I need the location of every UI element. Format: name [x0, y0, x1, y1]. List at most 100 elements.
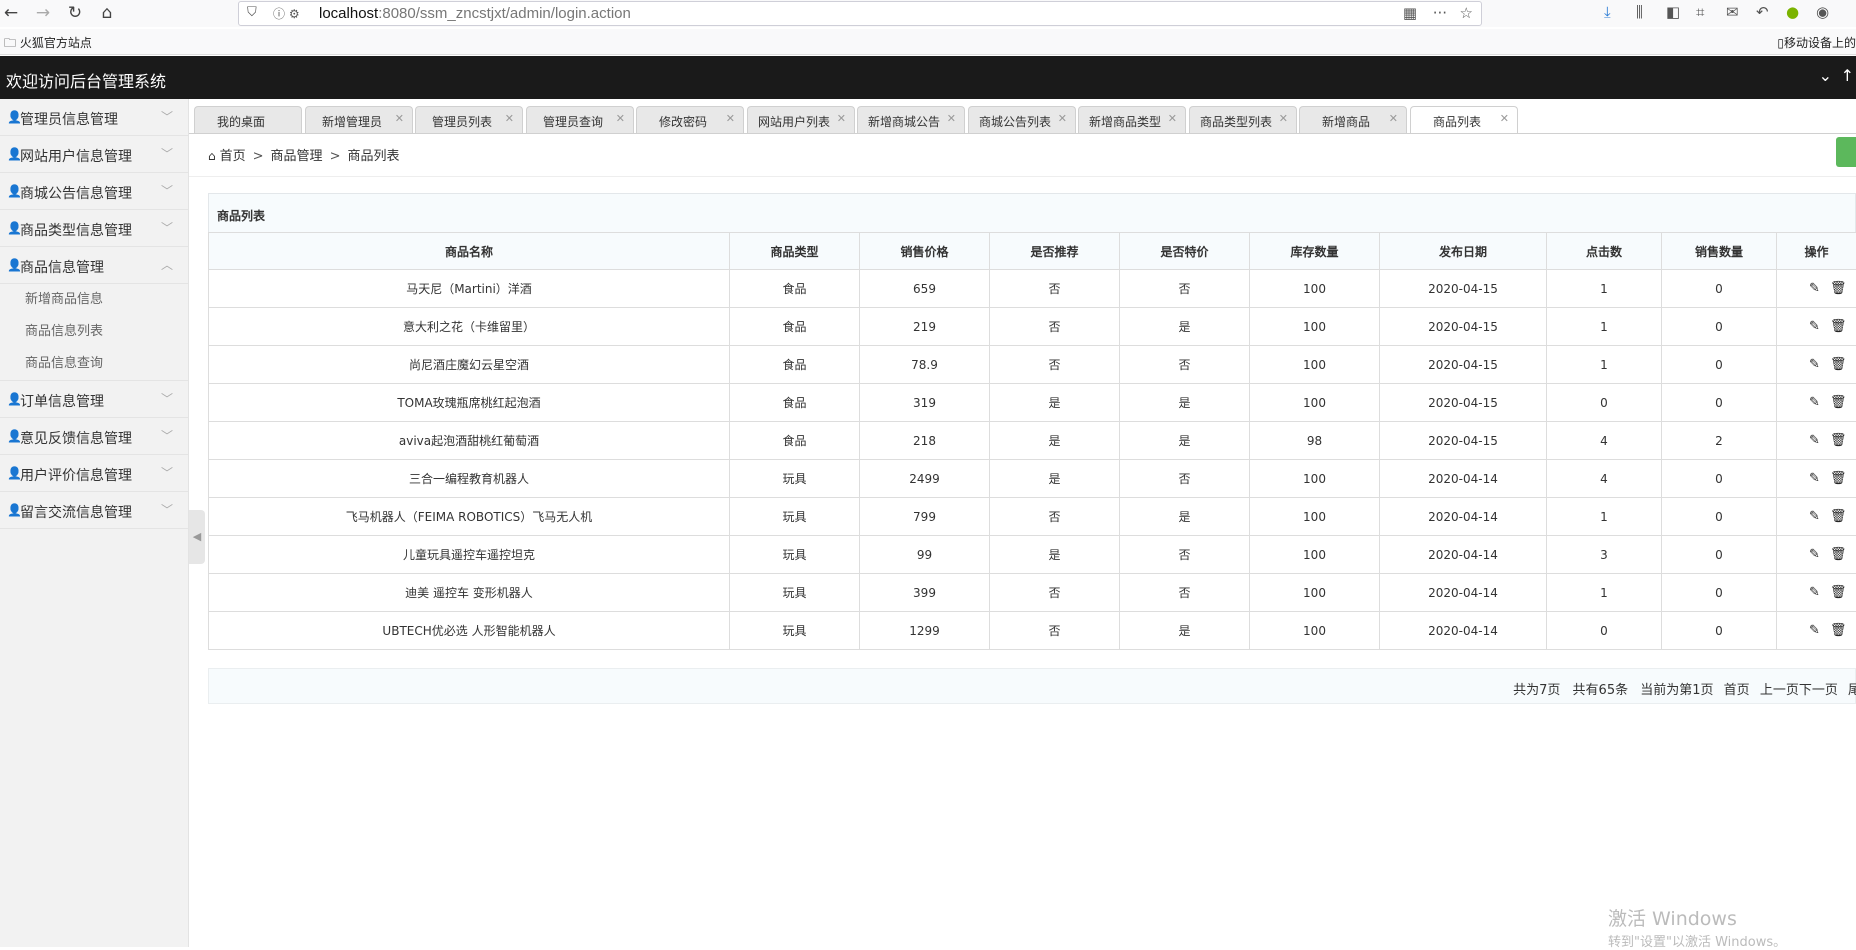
undo-icon[interactable]: ↶	[1756, 3, 1769, 21]
chevron-down-icon: ﹀	[161, 390, 173, 407]
sidebar-collapse-toggle[interactable]: ◀	[189, 510, 205, 564]
edit-icon[interactable]: ✎	[1809, 547, 1820, 562]
table-cell: 2020-04-15	[1380, 384, 1547, 422]
sidebar-item[interactable]: 👤商城公告信息管理﹀	[0, 173, 188, 210]
library-icon[interactable]: ⫼	[1636, 3, 1643, 21]
tab-label: 网站用户列表	[748, 113, 840, 130]
qr-code-icon[interactable]: ▦	[1403, 4, 1417, 22]
sidebar-item[interactable]: 👤意见反馈信息管理﹀	[0, 418, 188, 455]
account-icon[interactable]: ◉	[1816, 3, 1829, 21]
chevron-down-icon: ﹀	[161, 108, 173, 125]
edit-icon[interactable]: ✎	[1809, 433, 1820, 448]
column-header: 是否特价	[1120, 233, 1250, 270]
table-row: 马天尼（Martini）洋酒食品659否否1002020-04-1510✎🗑	[209, 270, 1856, 308]
sidebar-item[interactable]: 👤网站用户信息管理﹀	[0, 136, 188, 173]
edit-icon[interactable]: ✎	[1809, 509, 1820, 524]
delete-icon[interactable]: 🗑	[1830, 623, 1847, 638]
tab[interactable]: 管理员查询✕	[526, 106, 634, 133]
sidebar-item[interactable]: 👤用户评价信息管理﹀	[0, 455, 188, 492]
tab[interactable]: 新增商品✕	[1299, 106, 1407, 133]
sidebar-subitem[interactable]: 商品信息查询	[0, 348, 188, 380]
tab[interactable]: 商城公告列表✕	[968, 106, 1076, 133]
chevron-down-icon[interactable]: ⌄	[1819, 66, 1832, 85]
table-cell: 是	[990, 422, 1120, 460]
tab[interactable]: 商品类型列表✕	[1189, 106, 1297, 133]
info-icon[interactable]: ⓘ ⚙	[273, 5, 300, 22]
sidebar-item[interactable]: 👤留言交流信息管理﹀	[0, 492, 188, 529]
breadcrumb-home[interactable]: 首页	[220, 149, 246, 164]
bookmark-star-icon[interactable]: ☆	[1460, 4, 1473, 22]
close-icon[interactable]: ✕	[1500, 112, 1509, 125]
delete-icon[interactable]: 🗑	[1830, 433, 1847, 448]
chat-icon[interactable]: ✉	[1726, 3, 1739, 21]
close-icon[interactable]: ✕	[395, 112, 404, 125]
sidebar-item[interactable]: 👤订单信息管理﹀	[0, 381, 188, 418]
home-icon[interactable]: ⌂	[96, 2, 118, 24]
edit-icon[interactable]: ✎	[1809, 319, 1820, 334]
tab[interactable]: 修改密码✕	[636, 106, 744, 133]
close-icon[interactable]: ✕	[616, 112, 625, 125]
sidebar-item[interactable]: 👤商品信息管理︿	[0, 247, 188, 284]
close-icon[interactable]: ✕	[1168, 112, 1177, 125]
edit-icon[interactable]: ✎	[1809, 395, 1820, 410]
sidebar-item[interactable]: 👤商品类型信息管理﹀	[0, 210, 188, 247]
edit-icon[interactable]: ✎	[1809, 471, 1820, 486]
screenshot-icon[interactable]: ⌗	[1696, 3, 1704, 21]
delete-icon[interactable]: 🗑	[1830, 585, 1847, 600]
sidebar-subitem[interactable]: 商品信息列表	[0, 316, 188, 348]
refresh-button[interactable]	[1836, 137, 1856, 167]
edit-icon[interactable]: ✎	[1809, 623, 1820, 638]
tab[interactable]: 网站用户列表✕	[747, 106, 855, 133]
close-icon[interactable]: ✕	[1279, 112, 1288, 125]
mobile-bookmarks[interactable]: ▯移动设备上的	[1777, 34, 1856, 51]
tab[interactable]: 管理员列表✕	[415, 106, 523, 133]
tab[interactable]: 新增商城公告✕	[857, 106, 965, 133]
delete-icon[interactable]: 🗑	[1830, 471, 1847, 486]
pager-next-link[interactable]: 下一页	[1799, 683, 1838, 698]
table-cell: 4	[1547, 460, 1662, 498]
sidebar-subitem[interactable]: 新增商品信息	[0, 284, 188, 316]
delete-icon[interactable]: 🗑	[1830, 357, 1847, 372]
reload-icon[interactable]: ↻	[64, 2, 86, 24]
delete-icon[interactable]: 🗑	[1830, 281, 1847, 296]
table-cell: 2	[1662, 422, 1777, 460]
tab-label: 管理员列表	[416, 113, 508, 130]
more-actions-icon[interactable]: ···	[1433, 4, 1447, 22]
delete-icon[interactable]: 🗑	[1830, 319, 1847, 334]
forward-icon[interactable]: →	[32, 2, 54, 24]
back-icon[interactable]: ←	[0, 2, 22, 24]
edit-icon[interactable]: ✎	[1809, 585, 1820, 600]
bookmark-firefox[interactable]: 🗀 火狐官方站点	[4, 34, 92, 55]
table-cell: 2020-04-15	[1380, 422, 1547, 460]
delete-icon[interactable]: 🗑	[1830, 547, 1847, 562]
close-icon[interactable]: ✕	[837, 112, 846, 125]
user-menu-icon[interactable]: ↑	[1841, 66, 1854, 85]
sidebar-item-label: 网站用户信息管理	[20, 146, 132, 166]
tab[interactable]: 新增管理员✕	[305, 106, 413, 133]
breadcrumb-current: 商品列表	[347, 149, 399, 164]
close-icon[interactable]: ✕	[505, 112, 514, 125]
close-icon[interactable]: ✕	[726, 112, 735, 125]
breadcrumb-section[interactable]: 商品管理	[271, 149, 323, 164]
pager-first-link[interactable]: 首页	[1724, 683, 1750, 698]
close-icon[interactable]: ✕	[947, 112, 956, 125]
delete-icon[interactable]: 🗑	[1830, 509, 1847, 524]
address-bar[interactable]: ⛉ ⓘ ⚙ localhost:8080/ssm_zncstjxt/admin/…	[238, 1, 1482, 26]
tab[interactable]: 我的桌面	[194, 106, 302, 133]
tab-bar: 我的桌面新增管理员✕管理员列表✕管理员查询✕修改密码✕网站用户列表✕新增商城公告…	[194, 106, 1856, 133]
tab[interactable]: 商品列表✕	[1410, 106, 1518, 133]
sidebar-item[interactable]: 👤管理员信息管理﹀	[0, 99, 188, 136]
sidebar-icon[interactable]: ◧	[1666, 3, 1680, 21]
close-icon[interactable]: ✕	[1058, 112, 1067, 125]
pager-prev-link[interactable]: 上一页	[1760, 683, 1799, 698]
pager-last-link[interactable]: 尾	[1848, 683, 1856, 698]
close-icon[interactable]: ✕	[1389, 112, 1398, 125]
edit-icon[interactable]: ✎	[1809, 357, 1820, 372]
table-row: aviva起泡酒甜桃红葡萄酒食品218是是982020-04-1542✎🗑	[209, 422, 1856, 460]
tab[interactable]: 新增商品类型✕	[1078, 106, 1186, 133]
delete-icon[interactable]: 🗑	[1830, 395, 1847, 410]
table-cell: 玩具	[730, 612, 860, 650]
extension-icon[interactable]: ●	[1786, 3, 1799, 21]
edit-icon[interactable]: ✎	[1809, 281, 1820, 296]
download-icon[interactable]: ⤓	[1604, 3, 1611, 21]
